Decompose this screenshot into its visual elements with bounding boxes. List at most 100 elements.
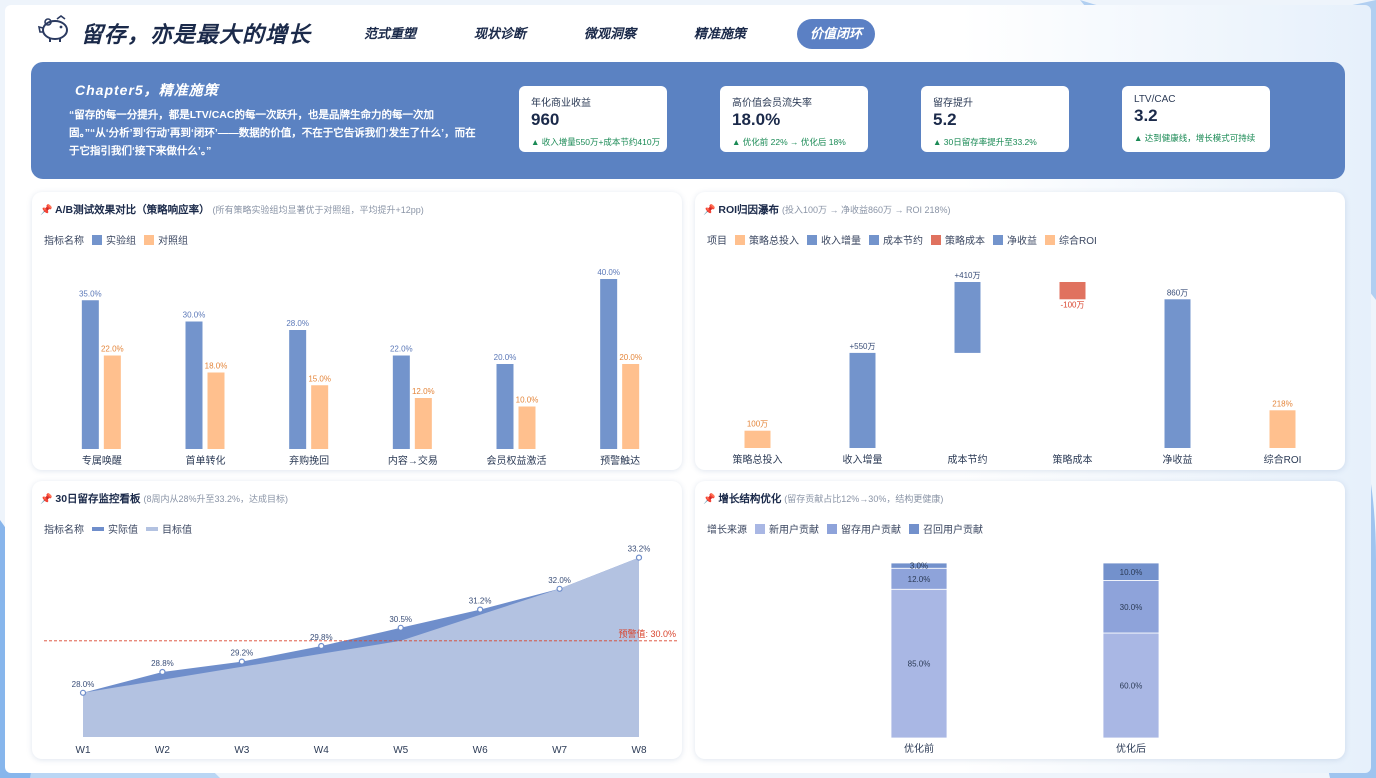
data-label: 28.0% [72,680,95,689]
bar [496,364,514,449]
data-label: 3.0% [910,562,928,571]
data-label: 85.0% [908,660,931,669]
data-label: 22.0% [101,345,124,354]
data-label: 30.0% [183,311,206,320]
x-tick-label: 成本节约 [948,453,988,466]
bar [518,406,536,449]
data-label: +410万 [954,271,980,280]
x-tick-label: 专属唤醒 [82,454,122,467]
ab-test-panel: 📌 A/B测试效果对比（策略响应率） (所有策略实验组均显著优于对照组，平均提升… [32,192,682,470]
data-label: 10.0% [516,396,539,405]
kpi-subtext: ▲ 30日留存率提升至33.2% [933,137,1037,147]
bar [311,385,329,449]
bar [289,330,307,449]
nav-item-micro-insight[interactable]: 微观洞察 [555,19,665,49]
x-tick-label: 综合ROI [1264,453,1302,466]
data-label: 20.0% [494,353,517,362]
kpi-card-ltv-cac: LTV/CAC 3.2 ▲ 达到健康线，增长模式可持续 [1122,86,1270,152]
kpi-label: LTV/CAC [1134,94,1176,105]
x-tick-label: 弃购挽回 [289,454,329,467]
x-tick-label: 首单转化 [186,454,226,467]
data-label: +550万 [849,342,875,351]
x-tick-label: W5 [393,745,408,756]
kpi-value: 960 [531,110,560,129]
data-label: 30.0% [1120,603,1143,612]
data-point [397,624,404,631]
bar [103,355,121,449]
data-label: -100万 [1060,300,1084,309]
waterfall-bar [954,282,981,353]
kpi-value: 5.2 [933,110,957,129]
data-label: 28.8% [151,659,174,668]
main-nav: 范式重塑 现状诊断 微观洞察 精准施策 价值闭环 [335,19,875,49]
data-label: 60.0% [1120,682,1143,691]
nav-item-value-loop[interactable]: 价值闭环 [797,19,875,49]
waterfall-bar [744,430,771,448]
data-label: 18.0% [205,362,228,371]
x-tick-label: 会员权益激活 [487,454,547,467]
x-tick-label: 优化前 [904,742,934,755]
retention-chart: 预警值: 30.0% 28.0% 28.8% 29.2% 29.8% 30.5% 31.2%… [44,545,677,756]
roi-waterfall-chart: 100万策略总投入 +550万收入增量 +410万成本节约 -100万策略成本 860万… [733,271,1302,466]
data-label: 28.0% [286,319,309,328]
waterfall-bar [1269,410,1296,448]
nav-item-paradigm[interactable]: 范式重塑 [335,19,445,49]
growth-structure-chart: 85.0% 12.0% 3.0% 优化前 60.0% 30.0% 10.0% 优化后 [890,562,1160,755]
data-point [79,689,87,696]
waterfall-bar [1059,282,1086,300]
kpi-label: 高价值会员流失率 [732,98,812,109]
bar [414,398,432,449]
x-tick-label: 净收益 [1163,453,1193,466]
data-label: 35.0% [79,289,102,298]
data-point [238,658,245,665]
waterfall-bar [849,352,876,448]
kpi-subtext: ▲ 优化前 22% → 优化后 18% [732,137,846,147]
x-tick-label: 预警触达 [600,454,640,467]
waterfall-bar [1164,299,1191,448]
data-label: 218% [1272,399,1292,408]
data-label: 860万 [1167,288,1188,297]
growth-structure-panel: 📌 增长结构优化 (留存贡献占比12%→30%，结构更健康) 增长来源 新用户贡… [695,481,1345,759]
page-title: 留存，亦是最大的增长 [81,22,312,47]
kpi-value: 18.0% [732,110,781,129]
kpi-card-revenue: 年化商业收益 960 ▲ 收入增量550万+成本节约410万 [519,86,667,152]
kpi-subtext: ▲ 达到健康线，增长模式可持续 [1134,133,1256,143]
data-label: 30.5% [389,615,412,624]
x-tick-label: 策略成本 [1053,453,1093,466]
x-tick-label: 内容→交易 [388,454,438,467]
bar [622,364,640,449]
data-label: 33.2% [628,545,651,554]
ab-test-chart: 35.0% 22.0% 专属唤醒 30.0% 18.0% 首单转化 28.0% 15.0% 弃购… [79,268,642,467]
piggy-bank-icon [37,15,68,42]
retention-panel: 📌 30日留存监控看板 (8周内从28%升至33.2%，达成目标) 指标名称 实… [32,481,682,759]
data-label: 15.0% [308,374,331,383]
kpi-card-retention: 留存提升 5.2 ▲ 30日留存率提升至33.2% [921,86,1069,152]
x-tick-label: 收入增量 [843,453,883,466]
data-point [477,606,484,613]
x-tick-label: 策略总投入 [733,453,783,466]
x-tick-label: W3 [234,745,249,756]
data-label: 40.0% [597,268,620,277]
data-label: 12.0% [908,575,931,584]
data-label: 32.0% [548,576,571,585]
data-label: 31.2% [469,597,492,606]
nav-item-diagnosis[interactable]: 现状诊断 [445,19,555,49]
threshold-label: 预警值: 30.0% [618,628,676,639]
data-point [635,554,643,561]
nav-item-precision[interactable]: 精准施策 [665,19,775,49]
kpi-value: 3.2 [1134,106,1158,125]
data-label: 29.2% [231,649,254,658]
x-tick-label: W2 [155,745,170,756]
chapter-quote: “留存的每一分提升，都是LTV/CAC的每一次跃升，也是品牌生命力的每一次加固。… [69,109,476,157]
data-label: 29.8% [310,633,333,642]
x-tick-label: W4 [314,745,329,756]
x-tick-label: W1 [76,745,91,756]
header: 留存，亦是最大的增长 范式重塑 现状诊断 微观洞察 精准施策 价值闭环 [5,5,1371,61]
bar [81,300,99,449]
roi-waterfall-panel: 📌 ROI归因瀑布 (投入100万 → 净收益860万 → ROI 218%) … [695,192,1345,470]
bar [185,321,203,449]
x-tick-label: W8 [632,745,647,756]
x-tick-label: 优化后 [1116,742,1146,755]
hero-banner: Chapter5，精准施策 “留存的每一分提升，都是LTV/CAC的每一次跃升，… [31,62,1345,179]
kpi-label: 留存提升 [933,98,973,109]
